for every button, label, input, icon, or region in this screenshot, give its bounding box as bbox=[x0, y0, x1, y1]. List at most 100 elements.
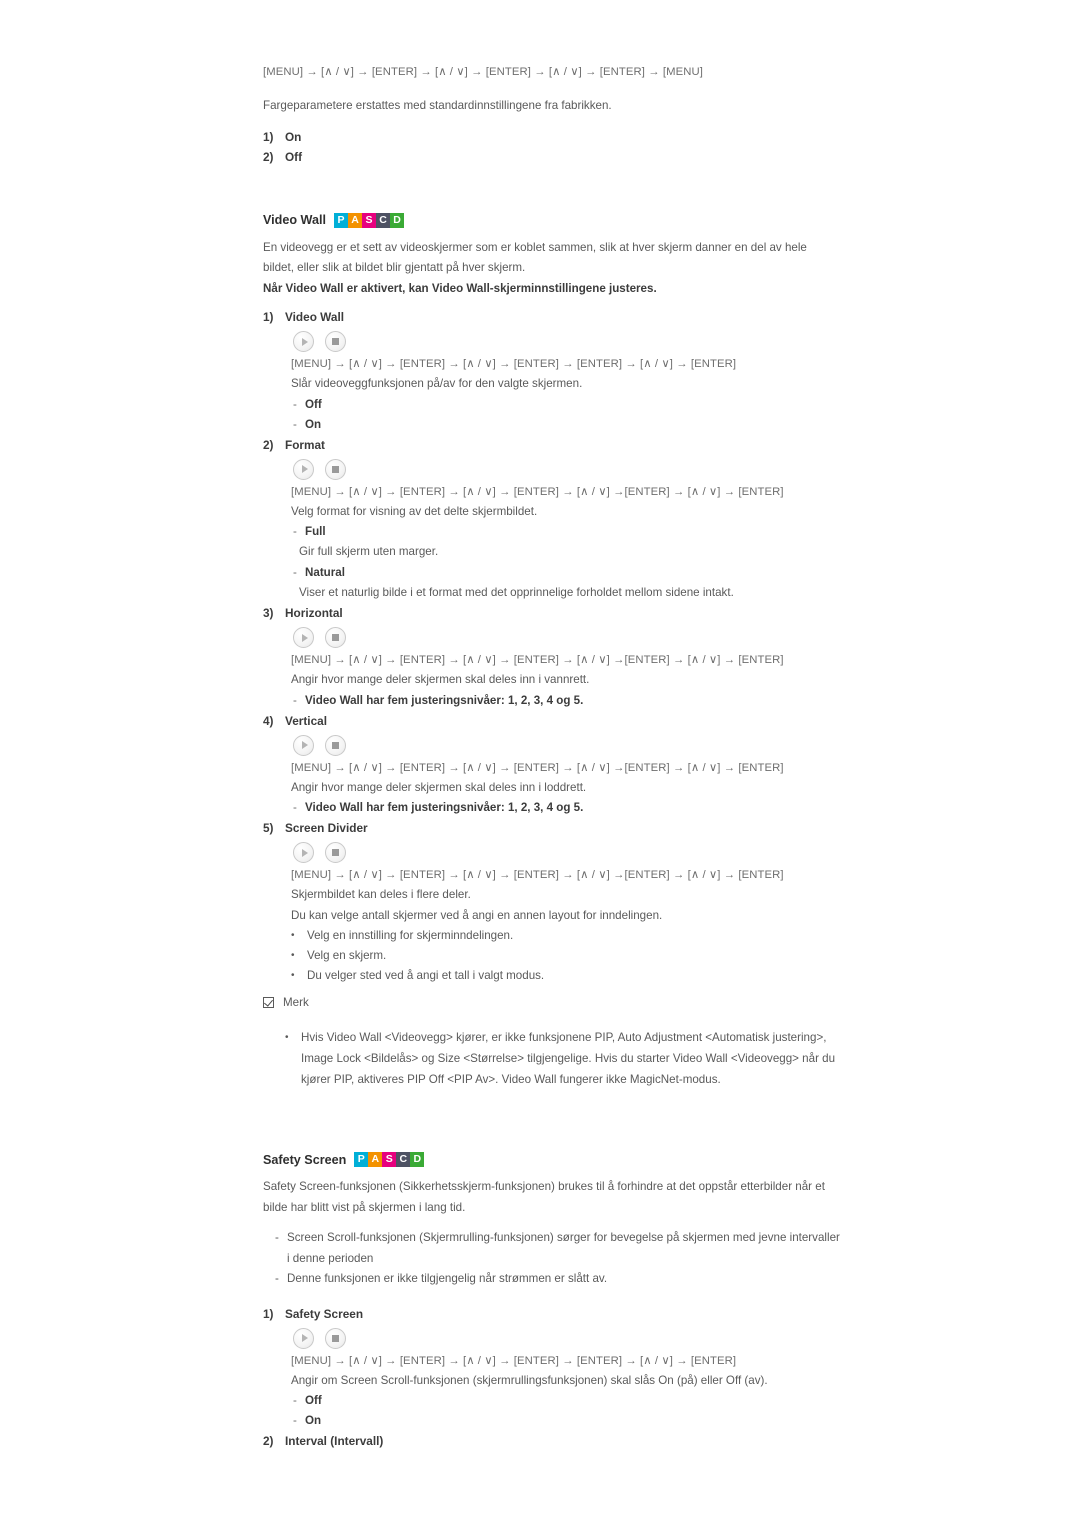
note-line-3: kjører PIP, aktiveres PIP Off <PIP Av>. … bbox=[301, 1073, 721, 1086]
option-row: - Natural bbox=[263, 563, 853, 583]
option-label: Natural bbox=[305, 565, 345, 579]
play-icon[interactable] bbox=[293, 842, 314, 863]
badge-letter-a: A bbox=[368, 1152, 383, 1167]
badge-letter-s: S bbox=[361, 212, 376, 228]
option-row: - Video Wall har fem justeringsnivåer: 1… bbox=[263, 691, 853, 711]
item-number: 2) bbox=[263, 437, 274, 452]
bullet-marker: • bbox=[291, 970, 295, 981]
item-label: Format bbox=[285, 437, 325, 452]
play-icon[interactable] bbox=[293, 627, 314, 648]
item-label: Horizontal bbox=[285, 606, 343, 620]
safety-dash-label-1: Screen Scroll-funksjonen (Skjermrulling-… bbox=[287, 1231, 840, 1244]
bullet-row: • Velg en skjerm. bbox=[263, 946, 853, 966]
dash-marker: - bbox=[293, 1414, 297, 1427]
media-buttons bbox=[263, 458, 853, 480]
badge-letter-d: D bbox=[410, 1152, 425, 1167]
stop-icon[interactable] bbox=[325, 627, 346, 648]
video-wall-intro-bold: Når Video Wall er aktivert, kan Video Wa… bbox=[263, 281, 657, 295]
item-keysequence: [MENU] → [∧ / ∨] → [ENTER] → [∧ / ∨] → [… bbox=[291, 869, 784, 881]
option-label: Video Wall har fem justeringsnivåer: 1, … bbox=[305, 693, 584, 707]
option-row: - Full bbox=[263, 522, 853, 542]
dash-marker: - bbox=[275, 1272, 279, 1285]
list-item: 1) On bbox=[263, 127, 853, 147]
stop-icon[interactable] bbox=[325, 842, 346, 863]
item-number: 1) bbox=[263, 1306, 274, 1321]
item-label: Screen Divider bbox=[285, 821, 368, 835]
item-label: Safety Screen bbox=[285, 1306, 364, 1321]
list-item: 2) Interval (Intervall) bbox=[263, 1431, 853, 1451]
list-item: 2) Off bbox=[263, 147, 853, 167]
list-item: 5) Screen Divider bbox=[263, 818, 853, 838]
dash-marker: - bbox=[293, 525, 297, 538]
dash-marker: - bbox=[275, 1231, 279, 1244]
bullet-row: • Velg en innstilling for skjerminndelin… bbox=[263, 926, 853, 946]
dash-marker: - bbox=[293, 565, 297, 579]
section-heading-video-wall: Video Wall P A S C D bbox=[263, 212, 853, 228]
play-icon[interactable] bbox=[293, 734, 314, 756]
item-keysequence: [MENU] → [∧ / ∨] → [ENTER] → [∧ / ∨] → [… bbox=[291, 654, 784, 666]
media-buttons bbox=[263, 842, 853, 863]
media-buttons bbox=[263, 734, 853, 756]
safety-dash-label-2: Denne funksjonen er ikke tilgjengelig nå… bbox=[287, 1272, 608, 1285]
dash-marker: - bbox=[293, 397, 297, 411]
list-item: 1) Video Wall bbox=[263, 307, 853, 327]
item-description: Angir hvor mange deler skjermen skal del… bbox=[291, 780, 587, 794]
item-description: Velg format for visning av det delte skj… bbox=[291, 504, 538, 518]
item-number: 2) bbox=[263, 1434, 274, 1448]
stop-icon[interactable] bbox=[325, 734, 346, 756]
list-item: 4) Vertical bbox=[263, 711, 853, 731]
item-keysequence: [MENU] → [∧ / ∨] → [ENTER] → [∧ / ∨] → [… bbox=[291, 485, 784, 498]
section-title-text: Video Wall bbox=[263, 213, 326, 227]
stop-icon[interactable] bbox=[325, 1327, 346, 1349]
item-description: Slår videoveggfunksjonen på/av for den v… bbox=[291, 377, 583, 390]
option-row: - Off bbox=[263, 395, 853, 415]
bullet-label: Velg en innstilling for skjerminndelinge… bbox=[307, 929, 514, 942]
safety-dash-label-1b: i denne perioden bbox=[287, 1251, 374, 1265]
note-line-1: Hvis Video Wall <Videovegg> kjører, er i… bbox=[301, 1031, 827, 1044]
badge-letter-c: C bbox=[375, 212, 390, 228]
media-buttons bbox=[263, 331, 853, 352]
list-item: 2) Format bbox=[263, 435, 853, 455]
option-label: Video Wall har fem justeringsnivåer: 1, … bbox=[305, 801, 584, 814]
checkbox-checked-icon bbox=[263, 997, 274, 1008]
media-buttons bbox=[263, 1327, 853, 1349]
pascd-badge: P A S C D bbox=[354, 1152, 425, 1167]
play-icon[interactable] bbox=[293, 1327, 314, 1349]
option-row: - Off bbox=[263, 1391, 853, 1411]
option-detail: Viser et naturlig bilde i et format med … bbox=[299, 585, 734, 599]
item-keysequence: [MENU] → [∧ / ∨] → [ENTER] → [∧ / ∨] → [… bbox=[291, 1354, 737, 1367]
list-item: 3) Horizontal bbox=[263, 603, 853, 623]
item-label: Video Wall bbox=[285, 310, 344, 324]
note-line-2: Image Lock <Bildelås> og Size <Størrelse… bbox=[301, 1052, 836, 1065]
item-keysequence: [MENU] → [∧ / ∨] → [ENTER] → [∧ / ∨] → [… bbox=[291, 761, 784, 774]
play-icon[interactable] bbox=[293, 458, 314, 480]
badge-letter-c: C bbox=[396, 1152, 411, 1167]
item-number: 1) bbox=[263, 129, 274, 144]
safety-dash-row: - Screen Scroll-funksjonen (Skjermrullin… bbox=[263, 1228, 853, 1269]
item-number: 4) bbox=[263, 713, 274, 728]
badge-letter-d: D bbox=[389, 212, 404, 228]
stop-icon[interactable] bbox=[325, 331, 346, 352]
badge-letter-s: S bbox=[382, 1152, 397, 1167]
media-buttons bbox=[263, 627, 853, 648]
list-item: 1) Safety Screen bbox=[263, 1304, 853, 1324]
option-label: On bbox=[305, 1414, 322, 1427]
item-keysequence: [MENU] → [∧ / ∨] → [ENTER] → [∧ / ∨] → [… bbox=[291, 358, 737, 370]
safety-dash-row: - Denne funksjonen er ikke tilgjengelig … bbox=[263, 1269, 853, 1290]
dash-marker: - bbox=[293, 417, 297, 431]
option-label: Off bbox=[305, 397, 322, 411]
document-page: [MENU] → [∧ / ∨] → [ENTER] → [∧ / ∨] → [… bbox=[263, 0, 853, 1451]
option-detail: Gir full skjerm uten marger. bbox=[299, 545, 439, 558]
option-label: Off bbox=[305, 1394, 322, 1407]
stop-icon[interactable] bbox=[325, 458, 346, 480]
bullet-label: Velg en skjerm. bbox=[307, 949, 387, 962]
play-icon[interactable] bbox=[293, 331, 314, 352]
bullet-marker: • bbox=[285, 1032, 289, 1043]
item-description: Skjermbildet kan deles i flere deler. bbox=[291, 888, 471, 901]
pascd-badge: P A S C D bbox=[333, 212, 404, 228]
item-number: 2) bbox=[263, 149, 274, 164]
safety-screen-intro-line-1: Safety Screen-funksjonen (Sikkerhetsskje… bbox=[263, 1180, 825, 1193]
item-label: Off bbox=[285, 149, 303, 164]
note-title: Merk bbox=[283, 996, 309, 1009]
badge-letter-p: P bbox=[333, 212, 348, 228]
